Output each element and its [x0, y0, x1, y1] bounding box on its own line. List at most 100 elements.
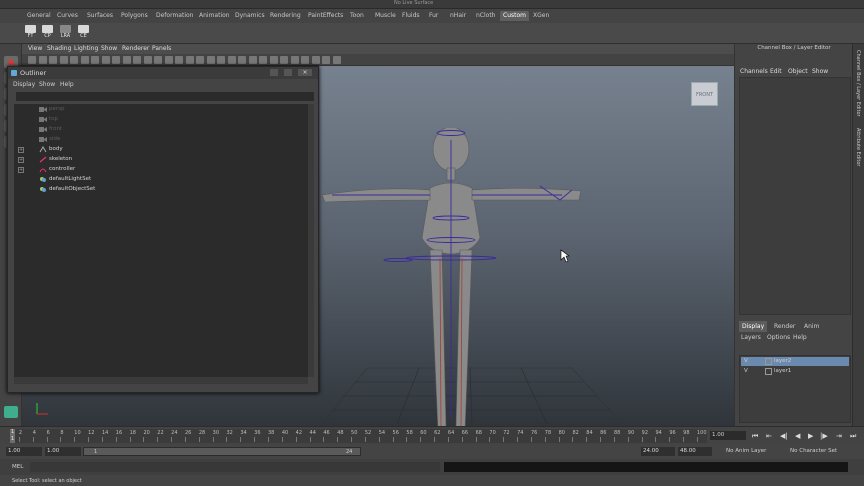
list-item[interactable]: defaultObjectSet: [14, 185, 308, 195]
viewport-menu-panels[interactable]: Panels: [152, 45, 171, 52]
viewport-tool-icon[interactable]: [206, 56, 215, 64]
viewport-tool-icon[interactable]: [227, 56, 236, 64]
viewport-tool-icon[interactable]: [185, 56, 194, 64]
list-item[interactable]: + controller: [14, 165, 308, 175]
shelf-tab-fur[interactable]: Fur: [426, 11, 441, 21]
minimize-icon[interactable]: [270, 69, 278, 76]
shelf-tab-toon[interactable]: Toon: [347, 11, 367, 21]
viewport-tool-icon[interactable]: [175, 56, 183, 64]
go-to-end-icon[interactable]: ⏭: [850, 432, 856, 441]
outliner-menu-help[interactable]: Help: [60, 81, 74, 88]
viewport-menu-show[interactable]: Show: [101, 45, 117, 52]
list-item[interactable]: side: [14, 135, 308, 145]
anim-start-field[interactable]: 1.00: [45, 447, 81, 456]
viewport-tool-icon[interactable]: [59, 56, 68, 64]
viewport-tool-icon[interactable]: [101, 56, 110, 64]
side-tab-channel-box[interactable]: Channel Box / Layer Editor: [855, 50, 861, 117]
viewport-tool-icon[interactable]: [311, 56, 320, 64]
viewport-tool-icon[interactable]: [269, 56, 278, 64]
list-item[interactable]: front: [14, 125, 308, 135]
shelf-tab-custom[interactable]: Custom: [500, 11, 529, 21]
shelf-button-ce[interactable]: CE: [77, 25, 90, 42]
list-item[interactable]: top: [14, 115, 308, 125]
shelf-tab-deformation[interactable]: Deformation: [153, 11, 196, 21]
expand-icon[interactable]: +: [18, 167, 24, 173]
start-time-field[interactable]: 1.00: [6, 447, 42, 456]
menu-layers[interactable]: Layers: [741, 334, 761, 341]
step-forward-frame-icon[interactable]: |▶: [820, 432, 828, 440]
tab-anim[interactable]: Anim: [801, 321, 822, 332]
command-input[interactable]: [30, 462, 440, 472]
view-cube[interactable]: FRONT: [691, 82, 718, 106]
menu-edit[interactable]: Edit: [770, 68, 782, 75]
menu-channels[interactable]: Channels: [740, 68, 768, 75]
layout-icon[interactable]: [4, 406, 18, 418]
viewport-tool-icon[interactable]: [322, 56, 330, 64]
viewport-tool-icon[interactable]: [164, 56, 173, 64]
viewport-tool-icon[interactable]: [290, 56, 299, 64]
layer-color-swatch[interactable]: [765, 368, 772, 375]
list-item[interactable]: persp: [14, 105, 308, 115]
shelf-tab-painteffects[interactable]: PaintEffects: [305, 11, 346, 21]
visibility-toggle[interactable]: V: [744, 358, 748, 364]
viewport-tool-icon[interactable]: [332, 56, 341, 64]
close-icon[interactable]: ×: [298, 69, 312, 76]
shelf-tab-muscle[interactable]: Muscle: [372, 11, 399, 21]
shelf-tab-nhair[interactable]: nHair: [447, 11, 469, 21]
viewport-tool-icon[interactable]: [248, 56, 257, 64]
shelf-button-lra[interactable]: LRA: [59, 25, 72, 42]
shelf-tab-curves[interactable]: Curves: [54, 11, 81, 21]
viewport-tool-icon[interactable]: [280, 56, 288, 64]
viewport-tool-icon[interactable]: [91, 56, 99, 64]
viewport-tool-icon[interactable]: [28, 56, 36, 64]
character-model[interactable]: [322, 128, 592, 426]
viewport-tool-icon[interactable]: [133, 56, 141, 64]
viewport-tool-icon[interactable]: [143, 56, 152, 64]
command-language-label[interactable]: MEL: [12, 464, 23, 470]
side-tab-attribute-editor[interactable]: Attribute Editor: [855, 128, 861, 166]
viewport-tool-icon[interactable]: [154, 56, 162, 64]
menu-options[interactable]: Options: [767, 334, 790, 341]
layer-row[interactable]: V layer2: [741, 357, 849, 366]
outliner-horizontal-scrollbar[interactable]: [14, 377, 308, 384]
list-item[interactable]: + body: [14, 145, 308, 155]
shelf-tab-animation[interactable]: Animation: [196, 11, 233, 21]
anim-end-field[interactable]: 48.00: [678, 447, 712, 456]
shelf-tab-rendering[interactable]: Rendering: [267, 11, 304, 21]
shelf-tab-surfaces[interactable]: Surfaces: [84, 11, 116, 21]
viewport-tool-icon[interactable]: [259, 56, 267, 64]
menu-show[interactable]: Show: [812, 68, 828, 75]
end-time-field[interactable]: 24.00: [641, 447, 675, 456]
layer-row[interactable]: V layer1: [741, 367, 849, 376]
shelf-tab-ncloth[interactable]: nCloth: [473, 11, 499, 21]
viewport-menu-lighting[interactable]: Lighting: [74, 45, 98, 52]
current-frame-field[interactable]: 1.00: [710, 431, 746, 440]
anim-layer-label[interactable]: No Anim Layer: [726, 448, 766, 454]
viewport-tool-icon[interactable]: [49, 56, 57, 64]
viewport-menu-renderer[interactable]: Renderer: [122, 45, 149, 52]
viewport-tool-icon[interactable]: [80, 56, 89, 64]
current-frame-marker[interactable]: 1 1: [10, 429, 15, 443]
viewport-tool-icon[interactable]: [38, 56, 47, 64]
shelf-tab-polygons[interactable]: Polygons: [118, 11, 151, 21]
maximize-icon[interactable]: [284, 69, 292, 76]
shelf-tab-general[interactable]: General: [24, 11, 54, 21]
play-backward-icon[interactable]: ◀: [795, 432, 800, 440]
time-slider-track[interactable]: 2 4 6 8 10 12 14 16 18 20 22 24 26 28 30 32 34 36 38 40 42 44…: [10, 429, 707, 443]
visibility-toggle[interactable]: V: [744, 368, 748, 374]
tab-display[interactable]: Display: [739, 321, 768, 332]
outliner-vertical-scrollbar[interactable]: [308, 104, 314, 377]
expand-icon[interactable]: +: [18, 147, 24, 153]
expand-icon[interactable]: +: [18, 157, 24, 163]
play-forward-icon[interactable]: ▶: [808, 432, 813, 440]
step-back-key-icon[interactable]: ⇤: [766, 432, 772, 440]
viewport-tool-icon[interactable]: [217, 56, 225, 64]
shelf-tab-xgen[interactable]: XGen: [530, 11, 552, 21]
viewport-menu-shading[interactable]: Shading: [47, 45, 71, 52]
shelf-tab-fluids[interactable]: Fluids: [399, 11, 423, 21]
step-forward-key-icon[interactable]: ⇥: [836, 432, 842, 440]
shelf-tab-dynamics[interactable]: Dynamics: [232, 11, 268, 21]
list-item[interactable]: + skeleton: [14, 155, 308, 165]
menu-help[interactable]: Help: [793, 334, 807, 341]
range-slider[interactable]: 1 24: [83, 447, 361, 456]
